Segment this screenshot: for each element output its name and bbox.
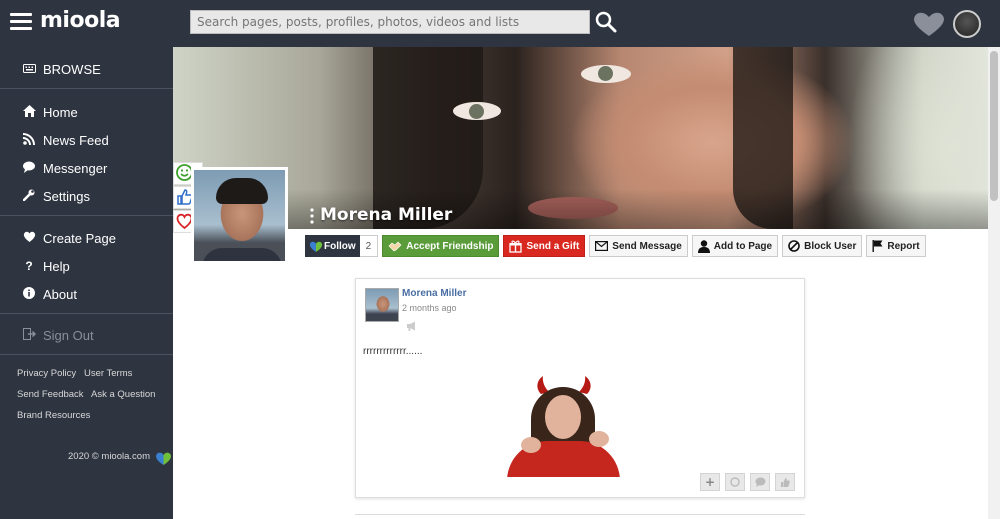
thumbs-up-icon[interactable]: [775, 473, 795, 491]
next-post-card: [355, 514, 805, 519]
follow-label: Follow: [324, 240, 356, 252]
post-text: rrrrrrrrrrrrr......: [363, 346, 423, 357]
sidebar-item-news-feed[interactable]: News Feed: [22, 131, 109, 149]
send-message-button[interactable]: Send Message: [589, 235, 688, 257]
sidebar-item-about[interactable]: About: [22, 285, 77, 303]
top-bar: mioola: [0, 0, 1000, 47]
sidebar-item-home[interactable]: Home: [22, 103, 78, 121]
post-image[interactable]: [507, 371, 620, 477]
sidebar-item-messenger[interactable]: Messenger: [22, 159, 107, 177]
block-icon: [788, 240, 800, 252]
sign-out-icon: [22, 327, 36, 343]
sign-out-button[interactable]: Sign Out: [22, 326, 94, 344]
flag-icon: [872, 240, 883, 252]
hamburger-menu-icon[interactable]: [10, 13, 32, 31]
question-icon: ?: [25, 259, 33, 273]
send-feedback-link[interactable]: Send Feedback: [17, 389, 84, 400]
rss-icon: [22, 132, 36, 148]
wrench-icon: [22, 189, 36, 204]
browse-button[interactable]: BROWSE: [22, 60, 101, 78]
profile-picture[interactable]: [191, 167, 288, 264]
post-card: Morena Miller 2 months ago rrrrrrrrrrrrr…: [355, 278, 805, 498]
sidebar-item-settings[interactable]: Settings: [22, 187, 90, 205]
post-timestamp[interactable]: 2 months ago: [402, 303, 457, 313]
send-message-label: Send Message: [612, 240, 682, 252]
heart-logo-icon[interactable]: [912, 11, 946, 37]
post-author-avatar[interactable]: [365, 288, 399, 322]
send-gift-button[interactable]: Send a Gift: [503, 235, 586, 257]
circle-react-icon[interactable]: [725, 473, 745, 491]
user-terms-link[interactable]: User Terms: [84, 368, 132, 379]
add-to-page-button[interactable]: Add to Page: [691, 235, 779, 257]
sidebar-item-label: Settings: [43, 188, 90, 204]
follow-count: 2: [359, 235, 379, 257]
user-icon: [697, 239, 710, 253]
sidebar-item-label: Help: [43, 258, 70, 274]
block-user-label: Block User: [804, 240, 857, 252]
browse-label: BROWSE: [43, 61, 101, 77]
sidebar-item-help[interactable]: ? Help: [22, 257, 70, 275]
logo[interactable]: mioola: [40, 8, 121, 33]
comment-icon[interactable]: [750, 473, 770, 491]
sidebar: BROWSE Home News Feed Messenger Settings…: [0, 47, 173, 519]
report-label: Report: [887, 240, 920, 252]
accept-friendship-label: Accept Friendship: [406, 240, 494, 252]
add-icon[interactable]: +: [700, 473, 720, 491]
more-options-icon[interactable]: [310, 208, 314, 228]
divider: [0, 215, 173, 216]
brand-resources-link[interactable]: Brand Resources: [17, 410, 90, 421]
sidebar-item-label: Create Page: [43, 230, 116, 246]
copyright-text: 2020 © mioola.com: [68, 451, 150, 462]
chat-icon: [22, 161, 36, 176]
send-gift-label: Send a Gift: [526, 240, 580, 252]
block-user-button[interactable]: Block User: [782, 235, 863, 257]
sidebar-item-label: About: [43, 286, 77, 302]
divider: [0, 313, 173, 314]
follow-button[interactable]: Follow: [305, 235, 360, 257]
mioola-heart-icon: [309, 241, 323, 252]
megaphone-icon: [406, 316, 416, 331]
divider: [0, 354, 173, 355]
search-input[interactable]: [190, 10, 590, 34]
scrollbar[interactable]: [988, 47, 1000, 519]
profile-name: Morena Miller: [320, 205, 453, 225]
main-content: Morena Miller 3 1 1 Follow 2 Accept Frie…: [173, 47, 1000, 519]
post-action-bar: +: [700, 473, 795, 491]
report-button[interactable]: Report: [866, 235, 926, 257]
sidebar-item-label: News Feed: [43, 132, 109, 148]
sidebar-item-label: Messenger: [43, 160, 108, 176]
home-icon: [22, 104, 36, 120]
ask-question-link[interactable]: Ask a Question: [91, 389, 155, 400]
privacy-policy-link[interactable]: Privacy Policy: [17, 368, 76, 379]
gift-icon: [509, 240, 523, 253]
handshake-icon: [388, 240, 402, 252]
add-to-page-label: Add to Page: [713, 240, 773, 252]
sidebar-item-label: Home: [43, 104, 78, 120]
sign-out-label: Sign Out: [43, 327, 94, 343]
profile-actions: Follow 2 Accept Friendship Send a Gift S…: [305, 235, 926, 257]
envelope-icon: [595, 241, 609, 251]
keyboard-icon: [22, 62, 36, 76]
info-icon: [22, 286, 36, 302]
divider: [0, 88, 173, 89]
accept-friendship-button[interactable]: Accept Friendship: [382, 235, 500, 257]
post-author-name[interactable]: Morena Miller: [402, 288, 466, 299]
user-avatar[interactable]: [953, 10, 981, 38]
mioola-heart-icon: [155, 450, 172, 469]
heart-icon: [22, 231, 36, 245]
sidebar-item-create-page[interactable]: Create Page: [22, 229, 116, 247]
cover-photo[interactable]: [173, 47, 988, 229]
search-icon[interactable]: [594, 10, 618, 34]
